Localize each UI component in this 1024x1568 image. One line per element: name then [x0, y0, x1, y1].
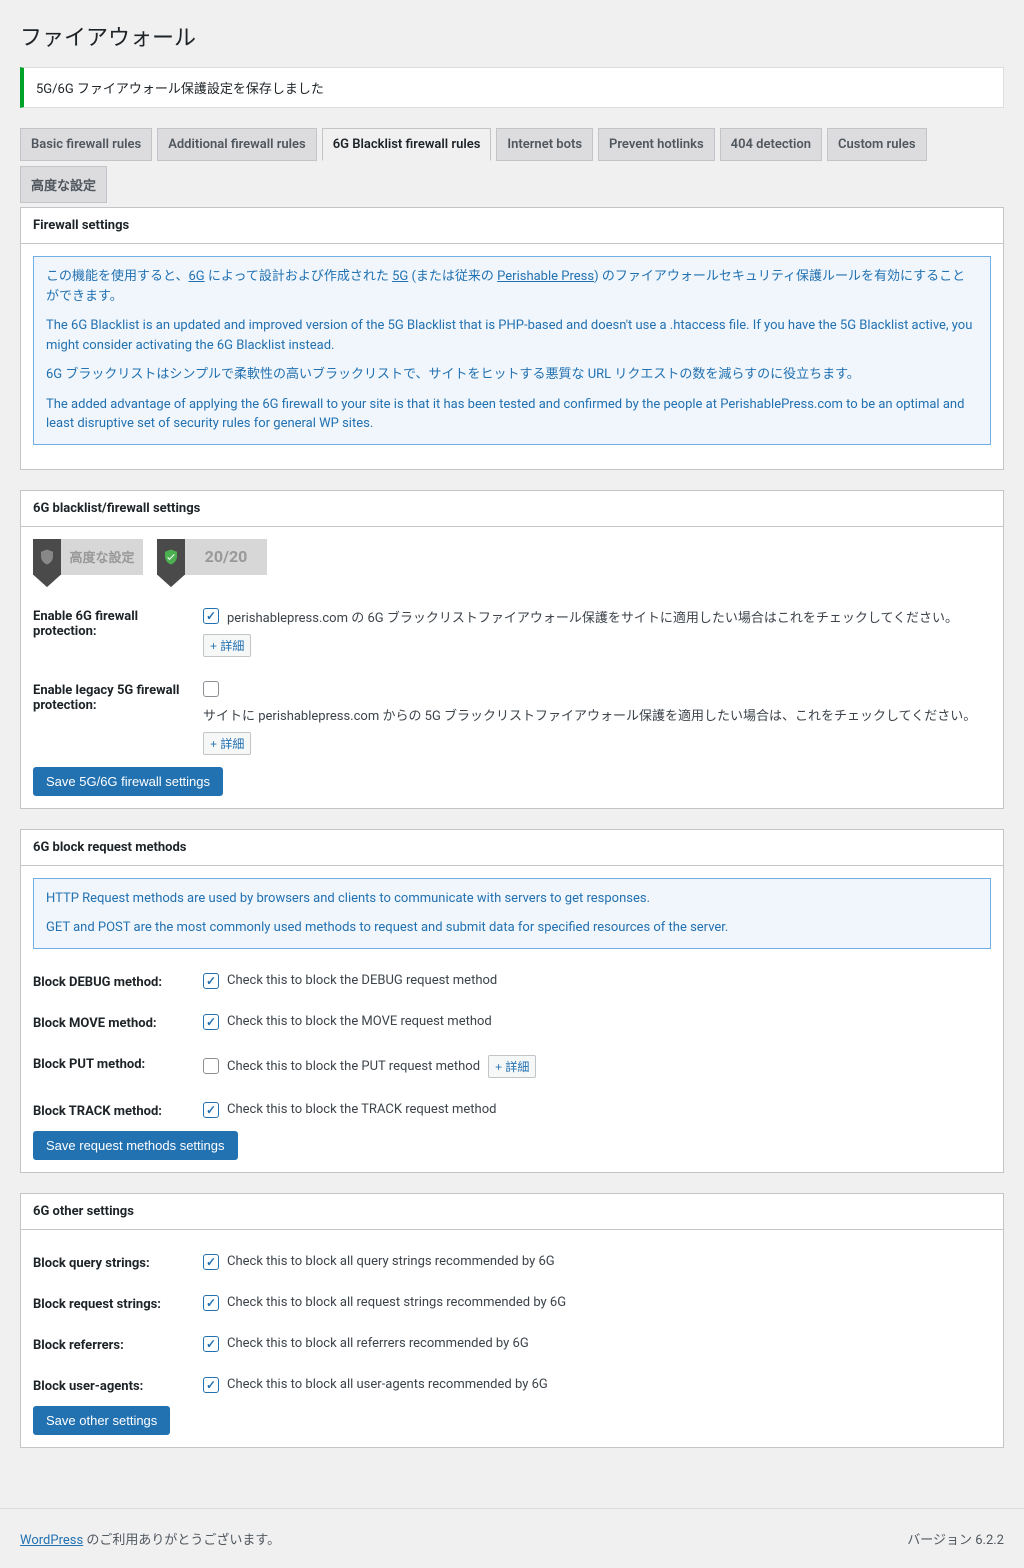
setting-checkbox[interactable]: [203, 973, 219, 989]
more-details-button[interactable]: + 詳細: [203, 634, 251, 657]
save-5g6g-button[interactable]: Save 5G/6G firewall settings: [33, 767, 223, 796]
success-notice: 5G/6G ファイアウォール保護設定を保存しました: [20, 67, 1004, 108]
setting-checkbox[interactable]: [203, 1336, 219, 1352]
tab-prevent-hotlinks[interactable]: Prevent hotlinks: [598, 128, 715, 161]
enable-6g-checkbox[interactable]: [203, 608, 219, 624]
link-6g[interactable]: 6G: [188, 269, 204, 284]
setting-desc: Check this to block all user-agents reco…: [227, 1377, 548, 1392]
info-text: The 6G Blacklist is an updated and impro…: [46, 316, 978, 355]
enable-5g-label: Enable legacy 5G firewall protection:: [33, 681, 203, 713]
setting-checkbox[interactable]: [203, 1377, 219, 1393]
setting-label: Block PUT method:: [33, 1055, 203, 1072]
enable-5g-desc: サイトに perishablepress.com からの 5G ブラックリストフ…: [203, 705, 976, 724]
security-badge-score: 20/20: [157, 539, 267, 575]
shield-check-icon: [162, 548, 180, 566]
setting-checkbox[interactable]: [203, 1058, 219, 1074]
enable-6g-desc: perishablepress.com の 6G ブラックリストファイアウォール…: [227, 607, 958, 626]
info-text: The added advantage of applying the 6G f…: [46, 395, 978, 434]
setting-desc: Check this to block the DEBUG request me…: [227, 973, 497, 988]
setting-label: Block query strings:: [33, 1254, 203, 1271]
setting-desc: Check this to block the TRACK request me…: [227, 1102, 496, 1117]
6g-other-settings-panel: 6G other settings Block query strings: C…: [20, 1193, 1004, 1448]
badge-score: 20/20: [185, 547, 267, 566]
setting-desc: Check this to block all query strings re…: [227, 1254, 555, 1269]
firewall-tabs: Basic firewall rulesAdditional firewall …: [20, 128, 1004, 208]
info-text: GET and POST are the most commonly used …: [46, 918, 978, 938]
enable-5g-checkbox[interactable]: [203, 681, 219, 697]
setting-label: Block user-agents:: [33, 1377, 203, 1394]
page-title: ファイアウォール: [20, 20, 1004, 52]
badge-label: 高度な設定: [61, 547, 143, 566]
setting-checkbox[interactable]: [203, 1014, 219, 1030]
info-text: (または従来の: [408, 269, 497, 284]
panel-title: 6G blacklist/firewall settings: [21, 491, 1003, 527]
tab-additional-firewall-rules[interactable]: Additional firewall rules: [157, 128, 317, 161]
admin-footer: WordPress のご利用ありがとうございます。 バージョン 6.2.2: [0, 1508, 1024, 1568]
info-text: 6G ブラックリストはシンプルで柔軟性の高いブラックリストで、サイトをヒットする…: [46, 365, 978, 385]
request-methods-info-box: HTTP Request methods are used by browser…: [33, 878, 991, 949]
tab--[interactable]: 高度な設定: [20, 166, 107, 203]
version-text: バージョン 6.2.2: [907, 1529, 1004, 1548]
setting-desc: Check this to block the MOVE request met…: [227, 1014, 492, 1029]
info-text: HTTP Request methods are used by browser…: [46, 889, 978, 909]
panel-title: 6G other settings: [21, 1194, 1003, 1230]
more-details-button[interactable]: + 詳細: [488, 1055, 536, 1078]
wordpress-link[interactable]: WordPress: [20, 1533, 83, 1548]
setting-label: Block request strings:: [33, 1295, 203, 1312]
shield-icon: [38, 548, 56, 566]
panel-title: Firewall settings: [21, 208, 1003, 244]
setting-label: Block MOVE method:: [33, 1014, 203, 1031]
tab-basic-firewall-rules[interactable]: Basic firewall rules: [20, 128, 152, 161]
firewall-info-box: この機能を使用すると、6G によって設計および作成された 5G (または従来の …: [33, 256, 991, 445]
info-text: によって設計および作成された: [205, 269, 392, 284]
tab-custom-rules[interactable]: Custom rules: [827, 128, 927, 161]
security-badge-advanced: 高度な設定: [33, 539, 143, 575]
more-details-button[interactable]: + 詳細: [203, 732, 251, 755]
info-text: この機能を使用すると、: [46, 269, 188, 284]
enable-6g-label: Enable 6G firewall protection:: [33, 607, 203, 639]
setting-label: Block TRACK method:: [33, 1102, 203, 1119]
setting-label: Block referrers:: [33, 1336, 203, 1353]
6g-block-request-methods-panel: 6G block request methods HTTP Request me…: [20, 829, 1004, 1173]
tab-internet-bots[interactable]: Internet bots: [496, 128, 593, 161]
6g-blacklist-settings-panel: 6G blacklist/firewall settings 高度な設定: [20, 490, 1004, 809]
firewall-settings-panel: Firewall settings この機能を使用すると、6G によって設計およ…: [20, 207, 1004, 470]
setting-desc: Check this to block all referrers recomm…: [227, 1336, 529, 1351]
link-5g[interactable]: 5G: [392, 269, 408, 284]
setting-desc: Check this to block the PUT request meth…: [227, 1059, 480, 1074]
save-request-methods-button[interactable]: Save request methods settings: [33, 1131, 238, 1160]
panel-title: 6G block request methods: [21, 830, 1003, 866]
footer-thanks: のご利用ありがとうございます。: [83, 1533, 280, 1548]
save-other-settings-button[interactable]: Save other settings: [33, 1406, 170, 1435]
setting-label: Block DEBUG method:: [33, 973, 203, 990]
tab-6g-blacklist-firewall-rules[interactable]: 6G Blacklist firewall rules: [322, 128, 492, 161]
link-perishable-press[interactable]: Perishable Press: [497, 269, 594, 284]
tab-404-detection[interactable]: 404 detection: [720, 128, 822, 161]
setting-checkbox[interactable]: [203, 1254, 219, 1270]
setting-checkbox[interactable]: [203, 1102, 219, 1118]
